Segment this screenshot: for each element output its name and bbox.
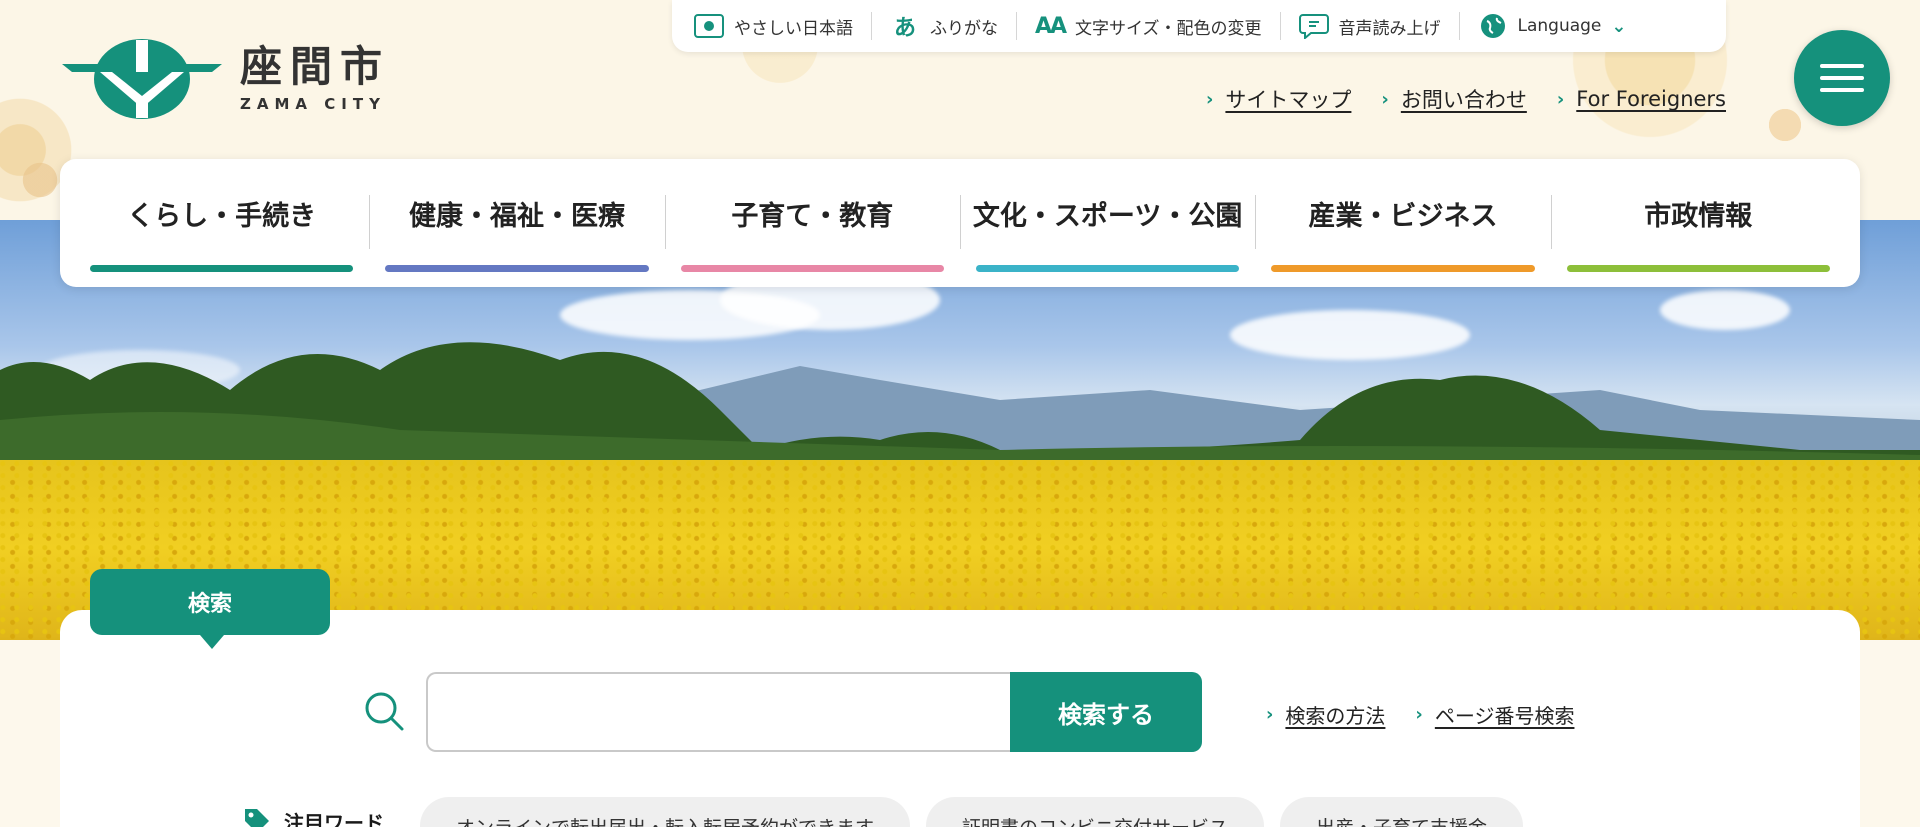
util-label: ふりがな — [930, 18, 998, 39]
util-speech[interactable]: 音声読み上げ — [1279, 12, 1459, 40]
util-language[interactable]: Language ⌄ — [1458, 12, 1645, 40]
keyword-chip[interactable]: オンラインで転出届出・転入転居予約ができます — [420, 797, 911, 827]
nav-living[interactable]: くらし・手続き — [74, 159, 369, 287]
search-tab-label: 検索 — [187, 592, 232, 617]
hamburger-icon — [1820, 76, 1864, 80]
city-emblem-icon — [62, 39, 222, 119]
link-page-number-search[interactable]: › ページ番号検索 — [1415, 700, 1574, 729]
chevron-right-icon: › — [1381, 88, 1389, 110]
util-label: Language — [1517, 16, 1602, 36]
nav-underline — [1271, 265, 1535, 272]
nav-underline — [680, 265, 944, 272]
text-size-icon: AA — [1034, 13, 1067, 39]
chevron-right-icon: › — [1206, 88, 1214, 110]
chevron-right-icon: › — [1556, 88, 1565, 110]
chevron-down-icon: ⌄ — [1611, 15, 1627, 37]
search-tab: 検索 — [90, 569, 330, 649]
nav-childcare[interactable]: 子育て・教育 — [664, 159, 960, 287]
hamburger-icon — [1820, 88, 1864, 92]
nav-label: くらし・手続き — [127, 200, 317, 232]
util-text-size[interactable]: AA 文字サイズ・配色の変更 — [1016, 12, 1280, 40]
nav-label: 市政情報 — [1644, 200, 1753, 232]
site-logo[interactable]: 座間市 ZAMA CITY — [62, 36, 390, 122]
utility-bar: やさしい日本語 あ ふりがな AA 文字サイズ・配色の変更 音声読み上げ Lan… — [672, 0, 1726, 52]
link-label: ページ番号検索 — [1434, 704, 1575, 728]
link-label: お問い合わせ — [1400, 88, 1527, 112]
util-furigana[interactable]: あ ふりがな — [871, 12, 1016, 41]
search-links: › 検索の方法 › ページ番号検索 — [1266, 700, 1574, 729]
search-button-label: 検索する — [1058, 700, 1154, 729]
globe-icon — [1478, 13, 1508, 39]
speech-icon — [1298, 13, 1329, 39]
keywords-label: 注目ワード — [284, 810, 384, 827]
nav-underline — [385, 265, 649, 272]
nav-underline — [1566, 265, 1830, 272]
tag-icon — [245, 809, 269, 827]
util-label: 音声読み上げ — [1338, 18, 1441, 39]
search-icon — [365, 692, 404, 731]
keyword-chip[interactable]: 出産・子育て支援金 — [1280, 797, 1524, 827]
search-input[interactable] — [426, 672, 1012, 752]
util-label: やさしい日本語 — [734, 18, 853, 39]
nav-city-info[interactable]: 市政情報 — [1550, 159, 1846, 287]
easy-japanese-icon — [694, 13, 724, 39]
search-button[interactable]: 検索する — [1010, 672, 1202, 752]
header-sublinks: › サイトマップ › お問い合わせ › For Foreigners — [1206, 84, 1726, 114]
chevron-right-icon: › — [1415, 704, 1423, 725]
link-label: For Foreigners — [1576, 87, 1726, 111]
link-for-foreigners[interactable]: › For Foreigners — [1557, 84, 1726, 114]
link-sitemap[interactable]: › サイトマップ — [1206, 84, 1351, 114]
nav-label: 子育て・教育 — [731, 200, 894, 232]
nav-culture[interactable]: 文化・スポーツ・公園 — [959, 159, 1255, 287]
nav-label: 産業・ビジネス — [1308, 200, 1498, 232]
chevron-right-icon: › — [1266, 704, 1274, 725]
util-label: 文字サイズ・配色の変更 — [1075, 18, 1262, 39]
furigana-icon: あ — [893, 16, 916, 41]
util-easy-japanese[interactable]: やさしい日本語 — [694, 12, 871, 40]
nav-label: 文化・スポーツ・公園 — [972, 200, 1243, 232]
link-label: 検索の方法 — [1285, 704, 1386, 728]
nav-underline — [975, 265, 1240, 272]
nav-business[interactable]: 産業・ビジネス — [1255, 159, 1550, 287]
keywords-heading: 注目ワード — [242, 806, 384, 827]
nav-label: 健康・福祉・医療 — [408, 200, 625, 232]
link-label: サイトマップ — [1225, 88, 1352, 112]
link-contact[interactable]: › お問い合わせ — [1381, 84, 1526, 114]
menu-button[interactable] — [1794, 30, 1890, 126]
logo-text-en: ZAMA CITY — [240, 95, 386, 114]
keyword-list: オンラインで転出届出・転入転居予約ができます 証明書のコンビニ交付サービス 出産… — [420, 797, 1524, 827]
logo-text-jp: 座間市 — [240, 41, 391, 91]
nav-health[interactable]: 健康・福祉・医療 — [369, 159, 664, 287]
link-search-method[interactable]: › 検索の方法 — [1266, 700, 1385, 729]
nav-underline — [90, 265, 354, 272]
hamburger-icon — [1820, 64, 1864, 68]
keyword-chip[interactable]: 証明書のコンビニ交付サービス — [926, 797, 1265, 827]
global-nav: くらし・手続き 健康・福祉・医療 子育て・教育 文化・スポーツ・公園 産業・ビジ… — [60, 159, 1860, 287]
